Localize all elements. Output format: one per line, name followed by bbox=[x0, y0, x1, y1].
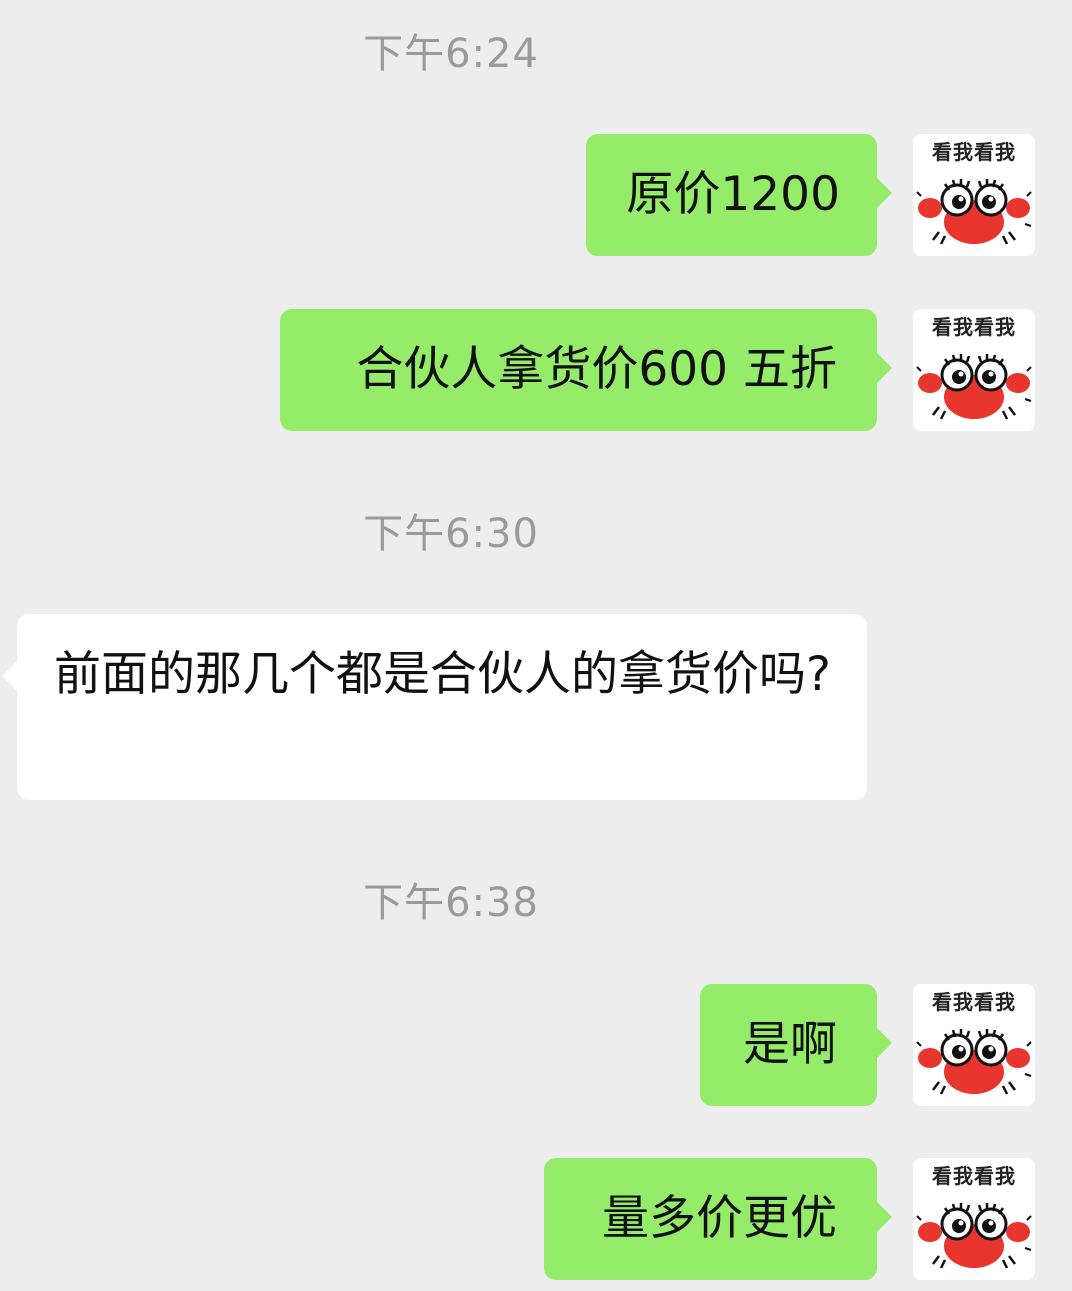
message-text: 原价1200 bbox=[626, 167, 840, 222]
timestamp: 下午6:38 bbox=[363, 880, 539, 926]
avatar-caption: 看我看我 bbox=[932, 315, 1016, 339]
message-bubble-outgoing[interactable]: 原价1200 bbox=[586, 134, 892, 256]
crab-sticker-icon bbox=[916, 354, 1032, 420]
message-bubble-outgoing[interactable]: 量多价更优 bbox=[544, 1158, 892, 1280]
message-text: 量多价更优 bbox=[602, 1191, 837, 1246]
crab-sticker-icon bbox=[916, 1029, 1032, 1095]
message-bubble-outgoing[interactable]: 合伙人拿货价600 五折 bbox=[280, 309, 892, 431]
avatar-caption: 看我看我 bbox=[932, 140, 1016, 164]
message-bubble-outgoing[interactable]: 是啊 bbox=[700, 984, 892, 1106]
crab-sticker-icon bbox=[916, 179, 1032, 245]
avatar[interactable]: 看我看我 bbox=[913, 309, 1035, 431]
avatar[interactable]: 看我看我 bbox=[913, 134, 1035, 256]
message-bubble-incoming[interactable]: 前面的那几个都是合伙人的拿货价吗? bbox=[2, 614, 867, 800]
chat-area[interactable]: 下午6:24 原价1200 看我看我 合伙人拿货价600 五折 看我看我 下午6… bbox=[0, 0, 1072, 1291]
message-text: 前面的那几个都是合伙人的拿货价吗? bbox=[54, 647, 831, 702]
message-text: 是啊 bbox=[743, 1017, 837, 1072]
avatar-caption: 看我看我 bbox=[932, 1164, 1016, 1188]
message-text: 合伙人拿货价600 五折 bbox=[356, 342, 837, 397]
timestamp: 下午6:24 bbox=[363, 31, 539, 77]
timestamp: 下午6:30 bbox=[363, 511, 539, 557]
avatar-caption: 看我看我 bbox=[932, 990, 1016, 1014]
avatar[interactable]: 看我看我 bbox=[913, 984, 1035, 1106]
crab-sticker-icon bbox=[916, 1203, 1032, 1269]
avatar[interactable]: 看我看我 bbox=[913, 1158, 1035, 1280]
